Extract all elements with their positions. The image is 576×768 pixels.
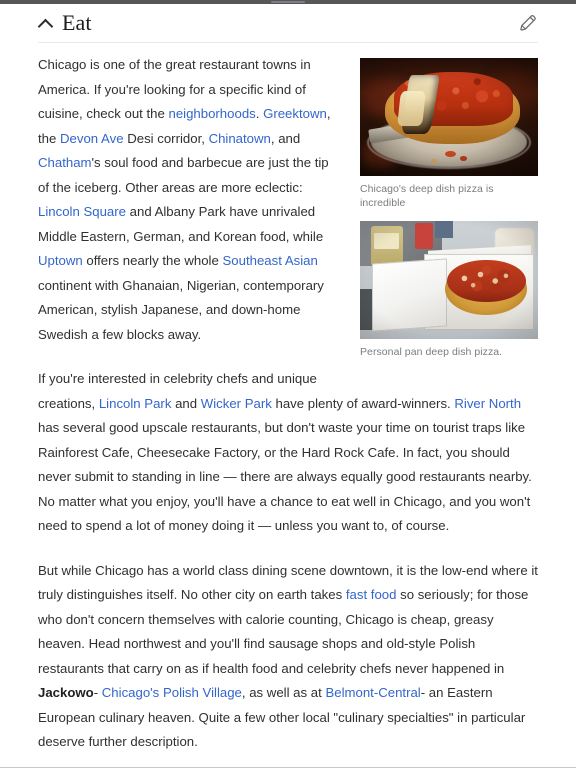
article-content: Eat Chicago's deep dish pizza is incredi… — [0, 4, 576, 768]
article-page: Eat Chicago's deep dish pizza is incredi… — [0, 0, 576, 768]
link-uptown[interactable]: Uptown — [38, 253, 83, 268]
text-run: and — [171, 395, 201, 411]
figure-caption: Chicago's deep dish pizza is incredible — [360, 183, 494, 209]
link-fast-food[interactable]: fast food — [346, 587, 397, 602]
text-run: , as well as at — [241, 685, 326, 700]
text-run: have plenty of award-winners. — [271, 395, 455, 411]
link-greektown[interactable]: Greektown — [263, 106, 327, 121]
link-neighborhoods[interactable]: neighborhoods — [168, 106, 255, 121]
link-belmont-central[interactable]: Belmont-Central — [325, 685, 420, 700]
paragraph-celebrity-chefs: If you're interested in celebrity chefs … — [38, 367, 538, 539]
text-run: - — [93, 685, 102, 700]
text-run: , and — [270, 130, 301, 146]
link-chatham[interactable]: Chatham — [38, 155, 92, 170]
pencil-edit-icon[interactable] — [517, 12, 538, 33]
text-run: continent with Ghanaian, Nigerian, conte… — [38, 277, 324, 342]
paragraph-low-end-dining: But while Chicago has a world class dini… — [38, 559, 538, 755]
link-lincoln-square[interactable]: Lincoln Square — [38, 204, 126, 219]
personal-pan-pizza-photo[interactable] — [360, 221, 538, 339]
link-chinatown[interactable]: Chinatown — [209, 131, 271, 146]
link-chicagos-polish-village[interactable]: Chicago's Polish Village — [102, 685, 242, 700]
figure-personal-pan-pizza: Personal pan deep dish pizza. — [360, 221, 538, 359]
text-run: . — [255, 106, 264, 121]
bold-jackowo: Jackowo — [38, 685, 94, 700]
text-run: Desi corridor, — [123, 130, 209, 146]
figure-caption: Personal pan deep dish pizza. — [360, 346, 503, 358]
page-title: Eat — [62, 9, 92, 35]
deep-dish-pizza-photo[interactable] — [360, 58, 538, 176]
text-run: has several good upscale restaurants, bu… — [38, 420, 532, 533]
figure-deep-dish-pizza: Chicago's deep dish pizza is incredible — [360, 58, 538, 210]
link-wicker-park[interactable]: Wicker Park — [201, 396, 272, 411]
link-river-north[interactable]: River North — [454, 396, 521, 411]
link-lincoln-park[interactable]: Lincoln Park — [99, 396, 172, 411]
chrome-drag-handle[interactable] — [271, 1, 305, 3]
section-header-eat: Eat — [38, 4, 538, 38]
link-southeast-asian[interactable]: Southeast Asian — [223, 253, 318, 268]
link-devon-ave[interactable]: Devon Ave — [60, 131, 124, 146]
article-body: Chicago's deep dish pizza is incredible — [38, 43, 538, 768]
chevron-up-icon[interactable] — [38, 16, 53, 31]
text-run: offers nearly the whole — [82, 253, 223, 268]
